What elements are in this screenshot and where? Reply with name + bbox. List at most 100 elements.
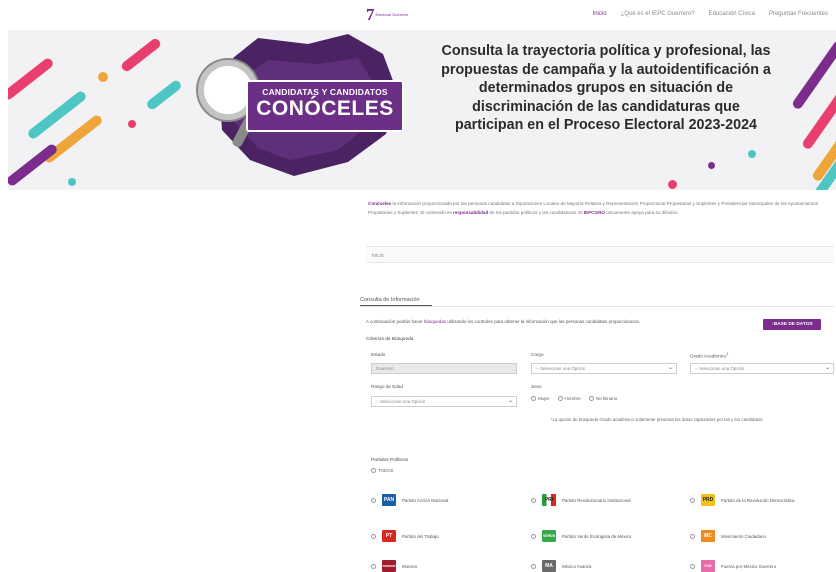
disclaimer-text: Conóceles la información proporcionada p… xyxy=(368,199,834,217)
estado-field[interactable]: Guerrero xyxy=(371,363,517,374)
pan-logo-icon: PAN xyxy=(382,494,396,506)
decor-dot xyxy=(98,72,108,82)
intro-link[interactable]: búsquedas xyxy=(424,319,446,324)
edad-label: Rango de Edad xyxy=(371,384,403,389)
grado-label-text: Grado Académico xyxy=(690,353,727,359)
radio-icon[interactable] xyxy=(371,533,376,539)
nav-educacion-civica[interactable]: Educación Cívica xyxy=(709,11,755,17)
party-option[interactable]: FxM Fuerza por México Guerrero xyxy=(690,560,776,572)
disclaimer-body-3: únicamente apoya para su difusión. xyxy=(604,210,679,215)
hero-banner: CANDIDATAS Y CANDIDATOS CONÓCELES Consul… xyxy=(8,30,836,190)
party-name: Partido Revolucionario Institucional xyxy=(562,497,631,503)
radio-icon[interactable] xyxy=(531,533,536,539)
intro-body-2: utilizando los controles para obtener la… xyxy=(446,319,641,324)
sexo-label: Sexo xyxy=(531,384,542,389)
database-button-label: BASE DE DATOS xyxy=(773,322,813,327)
disclaimer-org: IEPCGRO xyxy=(583,210,605,215)
party-todos-label: TODOS xyxy=(378,468,394,473)
cargo-label: Cargo xyxy=(531,352,544,357)
nav-que-es-iepc[interactable]: ¿Qué es el IEPC Guerrero? xyxy=(621,11,695,17)
parties-title: Partidos Políticos xyxy=(371,458,409,463)
sexo-hombre[interactable]: Hombre xyxy=(557,396,581,402)
cargo-select-value: -- Seleccione una Opción xyxy=(536,366,586,371)
intro-text: A continuación podrás hacer búsquedas ut… xyxy=(366,318,706,326)
database-button[interactable]: ↓BASE DE DATOS xyxy=(763,319,821,330)
radio-icon[interactable] xyxy=(690,533,695,539)
criteria-title: Criterios de Búsqueda xyxy=(366,337,414,342)
decor-dot xyxy=(708,162,715,169)
radio-icon[interactable] xyxy=(531,396,536,402)
conoceles-badge: CANDIDATAS Y CANDIDATOS CONÓCELES xyxy=(246,80,404,132)
prd-logo-icon: PRD xyxy=(701,494,715,506)
logo-number: 7 xyxy=(366,5,374,24)
decor-dot xyxy=(128,120,136,128)
breadcrumb[interactable]: Inicio xyxy=(366,246,834,263)
mc-logo-icon: MC xyxy=(701,530,715,542)
badge-title: CONÓCELES xyxy=(256,97,394,120)
cargo-select[interactable]: -- Seleccione una Opción ⌄ xyxy=(531,363,677,374)
radio-icon[interactable] xyxy=(690,497,695,503)
decor-dot xyxy=(68,178,76,186)
radio-icon[interactable] xyxy=(371,468,376,474)
party-option[interactable]: PRD Partido de la Revolución Democrática xyxy=(690,494,794,506)
party-option[interactable]: PRI Partido Revolucionario Institucional xyxy=(531,494,631,506)
party-name: México Avanza xyxy=(562,563,592,569)
radio-icon[interactable] xyxy=(371,497,376,503)
disclaimer-lead: Conóceles xyxy=(368,201,392,206)
pt-logo-icon: PT xyxy=(382,530,396,542)
banner-headline: Consulta la trayectoria política y profe… xyxy=(441,43,771,134)
decor-stripe xyxy=(119,36,163,74)
decor-stripe xyxy=(790,39,836,111)
radio-icon[interactable] xyxy=(531,563,536,569)
badge-subtitle: CANDIDATAS Y CANDIDATOS xyxy=(262,87,388,97)
party-option[interactable]: PT Partido del Trabajo xyxy=(371,530,439,542)
party-option[interactable]: MC Movimiento Ciudadano xyxy=(690,530,766,542)
party-name: Partido Verde Ecologista de México xyxy=(562,533,632,539)
party-option[interactable]: PAN Partido Acción Nacional xyxy=(371,494,448,506)
nav-preguntas-frecuentes[interactable]: Preguntas Frecuentes xyxy=(769,11,828,17)
radio-icon[interactable] xyxy=(557,396,563,402)
main-nav: Inicio ¿Qué es el IEPC Guerrero? Educaci… xyxy=(593,11,828,17)
sexo-mujer[interactable]: Mujer xyxy=(531,396,550,402)
edad-select[interactable]: -- Seleccione una Opción ⌄ xyxy=(371,396,517,407)
grado-label-sup: 1 xyxy=(726,352,729,356)
party-name: Morena xyxy=(402,563,417,569)
disclaimer-body-2: de los partidos políticos y las candidat… xyxy=(488,210,584,215)
chevron-down-icon: ⌄ xyxy=(507,398,513,404)
fuerza-mexico-logo-icon: FxM xyxy=(701,560,715,572)
intro-body: A continuación podrás hacer xyxy=(366,319,425,324)
radio-icon[interactable] xyxy=(588,396,594,402)
party-option[interactable]: MA México Avanza xyxy=(531,560,591,572)
party-todos[interactable]: TODOS xyxy=(371,468,394,474)
pvem-logo-icon: VERDE xyxy=(542,530,556,542)
sexo-no-binario[interactable]: No Binario xyxy=(588,396,618,402)
grado-footnote: ¹La opción de búsqueda Grado académico s… xyxy=(551,417,763,422)
grado-label: Grado Académico1 xyxy=(690,352,729,359)
party-name: Partido del Trabajo xyxy=(402,533,439,539)
decor-stripe xyxy=(8,56,55,102)
decor-dot xyxy=(748,150,756,158)
grado-select-value: -- Seleccione una Opción xyxy=(695,366,745,371)
party-option[interactable]: VERDE Partido Verde Ecologista de México xyxy=(531,530,631,542)
chevron-down-icon: ⌄ xyxy=(824,365,830,371)
party-option[interactable]: morena Morena xyxy=(371,560,417,572)
party-name: Partido de la Revolución Democrática xyxy=(721,497,795,503)
grado-select[interactable]: -- Seleccione una Opción ⌄ xyxy=(690,363,834,374)
iepc-logo[interactable]: 7 Electoral Guerrero xyxy=(366,4,414,26)
party-name: Partido Acción Nacional xyxy=(402,497,449,503)
party-name: Fuerza por México Guerrero xyxy=(721,563,777,569)
decor-stripe xyxy=(145,78,183,112)
nav-inicio[interactable]: Inicio xyxy=(593,11,607,17)
logo-text: Electoral Guerrero xyxy=(375,12,409,17)
decor-stripe xyxy=(8,142,59,188)
sexo-no-binario-label: No Binario xyxy=(595,396,618,401)
disclaimer-responsibility: responsabilidad xyxy=(453,210,489,215)
radio-icon[interactable] xyxy=(531,497,536,503)
radio-icon[interactable] xyxy=(371,563,376,569)
sexo-hombre-label: Hombre xyxy=(564,396,581,401)
sexo-mujer-label: Mujer xyxy=(538,396,550,401)
radio-icon[interactable] xyxy=(690,563,695,569)
chevron-down-icon: ⌄ xyxy=(667,365,673,371)
tab-divider xyxy=(360,306,834,307)
morena-logo-icon: morena xyxy=(382,560,396,572)
